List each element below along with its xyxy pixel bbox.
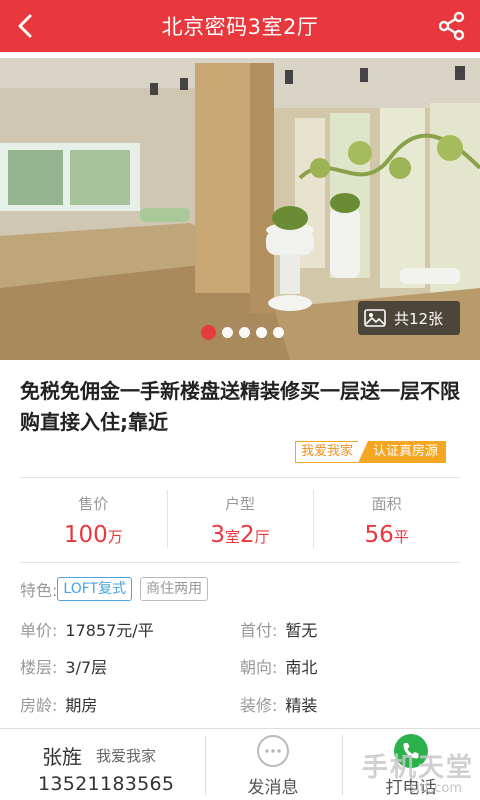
detail-floor: 楼层: 3/7层 [20,655,107,677]
send-message-label: 发消息 [247,778,299,798]
detail-label: 首付: [240,621,278,640]
share-button[interactable] [432,6,472,46]
detail-value: 南北 [285,658,318,677]
price-unit: 万 [107,527,123,546]
carousel-dot-active[interactable] [201,325,216,340]
rooms-value: 3 [210,521,225,548]
area-value: 56 [364,521,394,548]
divider [342,735,343,795]
carousel-dot[interactable] [239,327,250,338]
back-button[interactable] [6,6,46,46]
detail-orientation: 朝向: 南北 [240,655,317,677]
share-icon [438,11,465,41]
stat-area: 面积 56平 [313,478,460,562]
detail-decoration: 装修: 精装 [240,693,317,715]
agent-name: 张旌 [42,745,82,769]
contact-bar: 张旌 我爱我家 13521183565 发消息 打电话 手机天堂 sjtt.co… [0,728,480,800]
listing-photo[interactable]: 共12张 [0,58,480,360]
detail-label: 单价: [20,621,58,640]
stat-label: 面积 [371,494,402,513]
verified-listing-badge: 认证真房源 [357,441,446,463]
stat-price: 售价 100万 [20,478,167,562]
photo-count-label: 共12张 [394,309,444,328]
stat-value: 56平 [365,522,409,548]
agent-company: 我爱我家 [96,747,157,765]
features-label: 特色: [20,581,58,600]
detail-unit-price: 单价: 17857元/平 [20,618,154,640]
stat-value: 100万 [64,522,123,548]
stat-value: 3室2厅 [210,522,269,548]
chevron-left-icon [18,14,32,38]
app-header: 北京密码3室2厅 [0,0,480,52]
feature-chip-mixed-use: 商住两用 [140,577,209,601]
detail-value: 3/7层 [65,658,108,677]
source-tags: 我爱我家 认证真房源 [294,441,446,463]
carousel-dot[interactable] [256,327,267,338]
detail-label: 楼层: [20,658,58,677]
agency-tag: 我爱我家 [294,441,359,463]
watermark-url: sjtt.com [409,781,462,796]
divider [205,735,206,795]
stat-label: 户型 [225,494,256,513]
photo-count-badge[interactable]: 共12张 [358,301,460,335]
listing-title: 免税免佣金一手新楼盘送精装修买一层送一层不限购直接入住;靠近 [20,379,460,434]
carousel-dot[interactable] [273,327,284,338]
message-icon [257,735,289,767]
detail-label: 房龄: [20,696,58,715]
detail-age: 房龄: 期房 [20,693,97,715]
stat-label: 售价 [78,494,109,513]
stat-layout: 户型 3室2厅 [166,478,314,562]
detail-value: 17857元/平 [65,621,154,640]
area-unit: 平 [393,527,409,546]
detail-label: 装修: [240,696,278,715]
carousel-dot[interactable] [222,327,233,338]
picture-icon [364,309,386,327]
price-value: 100 [63,521,108,548]
price-stats: 售价 100万 户型 3室2厅 面积 56平 [20,478,460,562]
page-title: 北京密码3室2厅 [161,15,319,39]
halls-value: 2 [240,521,255,548]
rooms-unit: 室 [224,527,240,546]
detail-value: 暂无 [285,621,318,640]
carousel-indicator [201,325,290,340]
agent-phone: 13521183565 [38,773,175,795]
divider [20,562,460,563]
detail-label: 朝向: [240,658,278,677]
halls-unit: 厅 [254,527,270,546]
watermark-text: 手机天堂 [361,753,474,783]
detail-value: 期房 [65,696,98,715]
detail-down-payment: 首付: 暂无 [240,618,317,640]
features-row: 特色: LOFT复式 商住两用 [20,576,216,602]
feature-chip-loft: LOFT复式 [57,577,133,601]
send-message-button[interactable]: 发消息 [228,733,318,799]
detail-value: 精装 [285,696,318,715]
